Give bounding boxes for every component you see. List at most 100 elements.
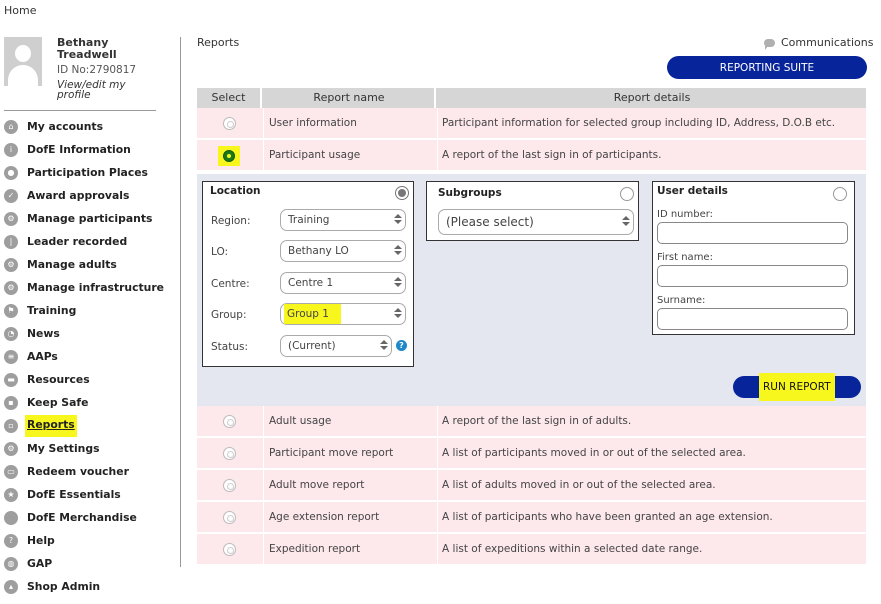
sidebar-item-help[interactable]: ? Help <box>4 529 156 552</box>
report-radio[interactable] <box>223 511 236 524</box>
table-row[interactable]: Participant usage A report of the last s… <box>197 140 866 170</box>
report-radio[interactable] <box>223 117 236 130</box>
sidebar-item-my-settings[interactable]: ⚙ My Settings <box>4 437 156 460</box>
table-row[interactable]: User information Participant information… <box>197 108 866 138</box>
profile-card: Bethany Treadwell ID No:2790817 View/edi… <box>4 37 156 109</box>
table-row[interactable]: Participant move report A list of partici… <box>197 438 866 468</box>
report-detail: A report of the last sign in of particip… <box>442 149 662 161</box>
report-detail: A report of the last sign in of adults. <box>442 415 632 427</box>
sidebar-item-label: Training <box>27 304 77 317</box>
sidebar-item-news[interactable]: ◔ News <box>4 322 156 345</box>
sidebar-item-label: Keep Safe <box>27 396 89 409</box>
sidebar-item-manage-infrastructure[interactable]: ⚙ Manage infrastructure <box>4 276 164 299</box>
sidebar-item-manage-participants[interactable]: ⚙ Manage participants <box>4 207 156 230</box>
sidebar-item-label: DofE Essentials <box>27 488 121 501</box>
status-label: Status: <box>211 341 248 353</box>
report-detail: A list of participants who have been gra… <box>442 511 773 523</box>
sidebar-item-label: Resources <box>27 373 90 386</box>
id-number-input[interactable] <box>657 222 848 244</box>
first-name-input[interactable] <box>657 265 848 287</box>
report-radio[interactable] <box>223 543 236 556</box>
subgroups-radio[interactable] <box>620 187 634 201</box>
sidebar-item-keep-safe[interactable]: ▪ Keep Safe <box>4 391 156 414</box>
table-row[interactable]: Adult usage A report of the last sign in … <box>197 406 866 436</box>
sidebar-item-leader-recorded[interactable]: | Leader recorded <box>4 230 156 253</box>
person-icon: ● <box>4 165 18 180</box>
surname-label: Surname: <box>657 295 706 306</box>
group-label: Group: <box>211 309 247 321</box>
sidebar-item-label: News <box>27 327 60 340</box>
shop-icon: ▴ <box>4 579 18 594</box>
table-row[interactable]: Adult move report A list of adults moved … <box>197 470 866 500</box>
reports-table: Select Report name Report details User i… <box>197 88 866 564</box>
report-name: Adult usage <box>269 415 332 427</box>
table-row[interactable]: Expedition report A list of expeditions w… <box>197 534 866 564</box>
report-radio[interactable] <box>223 415 236 428</box>
sidebar-item-label: My Settings <box>27 442 100 455</box>
sidebar-item-award-approvals[interactable]: ✓ Award approvals <box>4 184 156 207</box>
sidebar-item-label: AAPs <box>27 350 58 363</box>
globe-icon: ◍ <box>4 556 18 571</box>
location-box: Location Region: Training LO: Bethany LO… <box>202 181 414 367</box>
lo-select[interactable]: Bethany LO <box>280 240 406 262</box>
star-icon: ★ <box>4 487 18 502</box>
reporting-suite-button[interactable]: REPORTING SUITE <box>667 56 867 79</box>
sidebar-item-dofe-information[interactable]: i DofE Information <box>4 138 156 161</box>
sidebar-item-shop-admin[interactable]: ▴ Shop Admin <box>4 575 156 598</box>
report-name: Adult move report <box>269 479 365 491</box>
sidebar-item-label: GAP <box>27 557 53 570</box>
sidebar-nav: ⌂ My accounts i DofE Information ● Participat… <box>4 115 164 598</box>
sidebar-item-dofe-essentials[interactable]: ★ DofE Essentials <box>4 483 156 506</box>
report-options-panel: Location Region: Training LO: Bethany LO… <box>197 174 866 406</box>
region-label: Region: <box>211 215 251 227</box>
sidebar-item-label: Manage participants <box>27 212 153 225</box>
report-radio[interactable] <box>223 479 236 492</box>
subgroups-select[interactable]: (Please select) <box>438 209 634 235</box>
report-name: Participant usage <box>269 149 361 161</box>
user-details-box: User details ID number: First name: Surn… <box>652 181 855 335</box>
surname-input[interactable] <box>657 308 848 330</box>
document-icon: ▫ <box>4 418 18 433</box>
subgroups-box: Subgroups (Please select) <box>426 181 639 241</box>
lock-icon: ▪ <box>4 395 18 410</box>
sidebar-item-gap[interactable]: ◍ GAP <box>4 552 156 575</box>
sidebar-item-resources[interactable]: ▬ Resources <box>4 368 156 391</box>
report-name: Age extension report <box>269 511 380 523</box>
sidebar-item-training[interactable]: ⚑ Training <box>4 299 156 322</box>
gear-icon: ⚙ <box>4 280 18 295</box>
sidebar-item-aaps[interactable]: ≡ AAPs <box>4 345 156 368</box>
user-details-radio[interactable] <box>833 187 847 201</box>
centre-select[interactable]: Centre 1 <box>280 272 406 294</box>
sidebar-item-participation-places[interactable]: ● Participation Places <box>4 161 156 184</box>
sidebar-item-label: Shop Admin <box>27 580 101 593</box>
sidebar-item-label: DofE Information <box>27 143 131 156</box>
report-detail: Participant information for selected gro… <box>442 117 836 129</box>
sidebar-item-label: My accounts <box>27 120 104 133</box>
status-select[interactable]: (Current) <box>280 335 392 357</box>
sidebar-item-manage-adults[interactable]: ⚙ Manage adults <box>4 253 156 276</box>
region-select[interactable]: Training <box>280 209 406 231</box>
report-radio[interactable] <box>223 447 236 460</box>
sidebar-item-dofe-merchandise[interactable]: DofE Merchandise <box>4 506 156 529</box>
report-radio-selected[interactable] <box>218 146 240 166</box>
avatar <box>4 37 42 86</box>
flag-icon: ⚑ <box>4 303 18 318</box>
help-icon[interactable]: ? <box>396 340 407 351</box>
breadcrumb-home[interactable]: Home <box>4 4 36 17</box>
table-header: Select Report name Report details <box>197 88 866 108</box>
sidebar-item-label: Redeem voucher <box>27 465 129 478</box>
lo-label: LO: <box>211 246 229 258</box>
table-row[interactable]: Age extension report A list of participan… <box>197 502 866 532</box>
edit-profile-link[interactable]: View/edit my profile <box>57 80 137 101</box>
sidebar-item-label: DofE Merchandise <box>27 511 137 524</box>
communications-link[interactable]: Communications <box>764 36 873 50</box>
location-radio[interactable] <box>395 186 409 200</box>
group-select[interactable]: Group 1 <box>280 303 406 325</box>
header-select: Select <box>197 88 262 108</box>
sidebar-item-redeem-voucher[interactable]: ▭ Redeem voucher <box>4 460 156 483</box>
run-report-button[interactable]: RUN REPORT <box>733 373 861 401</box>
sidebar-item-my-accounts[interactable]: ⌂ My accounts <box>4 115 156 138</box>
sidebar-item-label: Award approvals <box>27 189 130 202</box>
sidebar-item-reports[interactable]: ▫ Reports <box>4 414 156 437</box>
sidebar-item-label: Manage infrastructure <box>27 281 165 294</box>
